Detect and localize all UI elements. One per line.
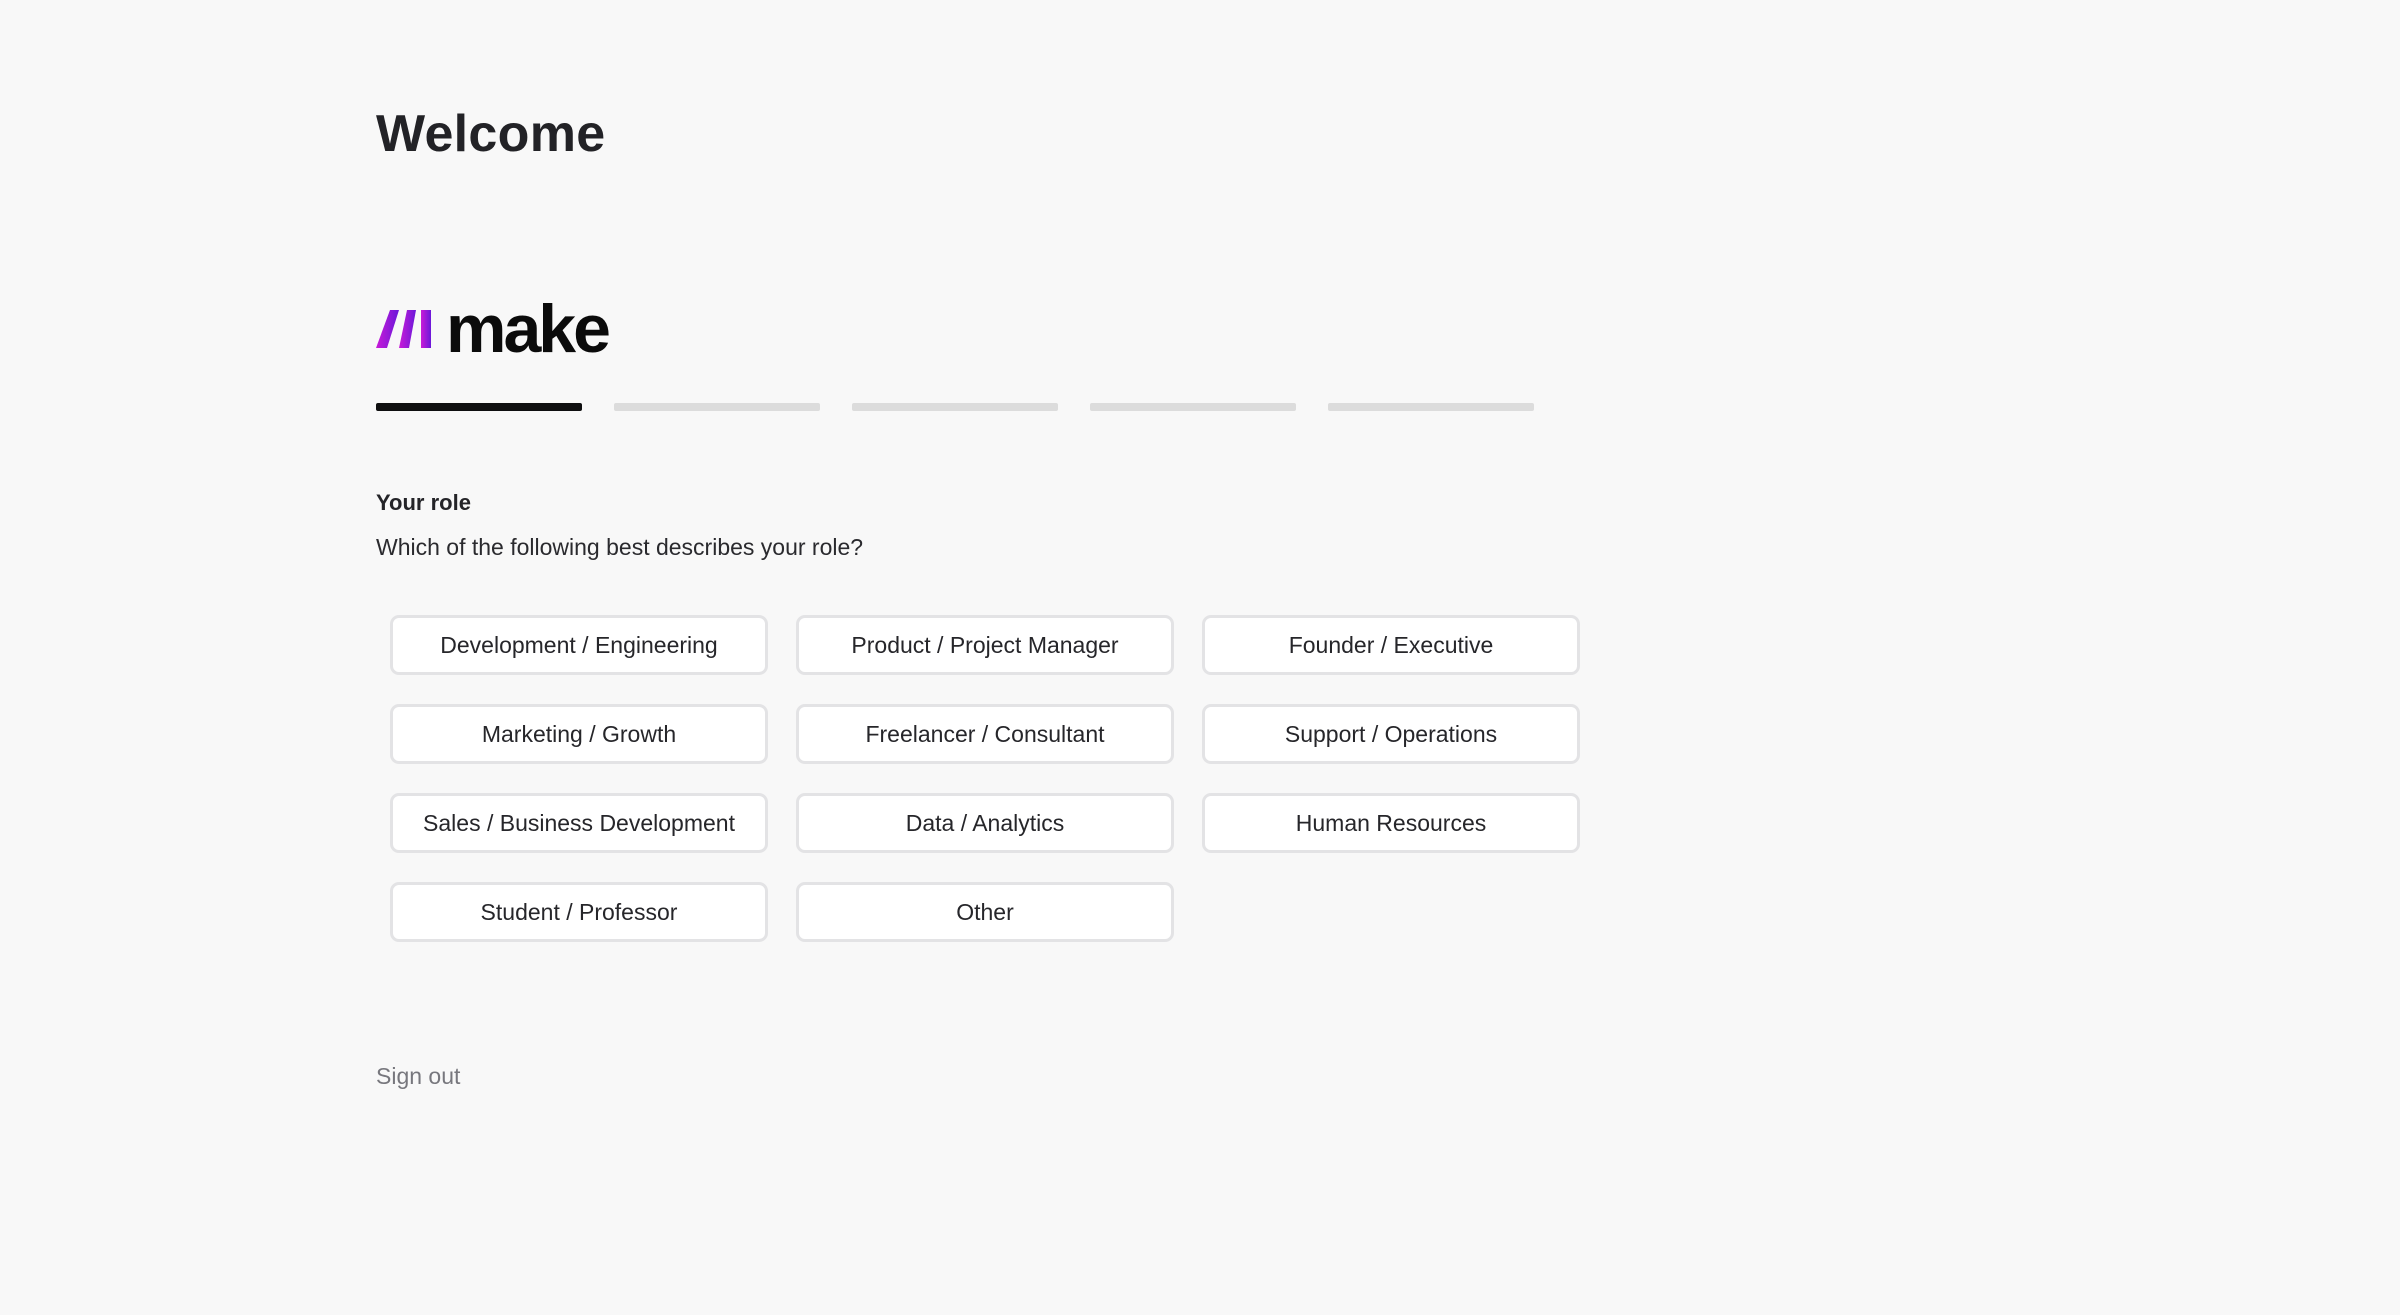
role-question: Which of the following best describes yo… [376,534,864,560]
role-option-development-engineering[interactable]: Development / Engineering [390,615,768,675]
role-option-data-analytics[interactable]: Data / Analytics [796,793,1174,853]
progress-steps [376,403,1534,411]
make-logo: make [376,291,611,367]
section-title: Your role [376,490,471,515]
page-title: Welcome [376,105,606,163]
role-option-student-professor[interactable]: Student / Professor [390,882,768,942]
sign-out-link[interactable]: Sign out [376,1063,460,1090]
progress-step-1 [376,403,582,411]
role-options: Development / Engineering Product / Proj… [390,615,1580,942]
role-option-marketing-growth[interactable]: Marketing / Growth [390,704,768,764]
role-option-sales-business-development[interactable]: Sales / Business Development [390,793,768,853]
role-option-other[interactable]: Other [796,882,1174,942]
progress-step-2 [614,403,820,411]
role-option-support-operations[interactable]: Support / Operations [1202,704,1580,764]
progress-step-4 [1090,403,1296,411]
make-logo-icon [376,310,431,348]
role-option-founder-executive[interactable]: Founder / Executive [1202,615,1580,675]
onboarding-page: Welcome make Your role Which of the foll… [0,0,2400,1315]
logo-wordmark: make [446,291,611,367]
progress-step-3 [852,403,1058,411]
role-option-human-resources[interactable]: Human Resources [1202,793,1580,853]
role-option-freelancer-consultant[interactable]: Freelancer / Consultant [796,704,1174,764]
progress-step-5 [1328,403,1534,411]
role-option-product-project-manager[interactable]: Product / Project Manager [796,615,1174,675]
